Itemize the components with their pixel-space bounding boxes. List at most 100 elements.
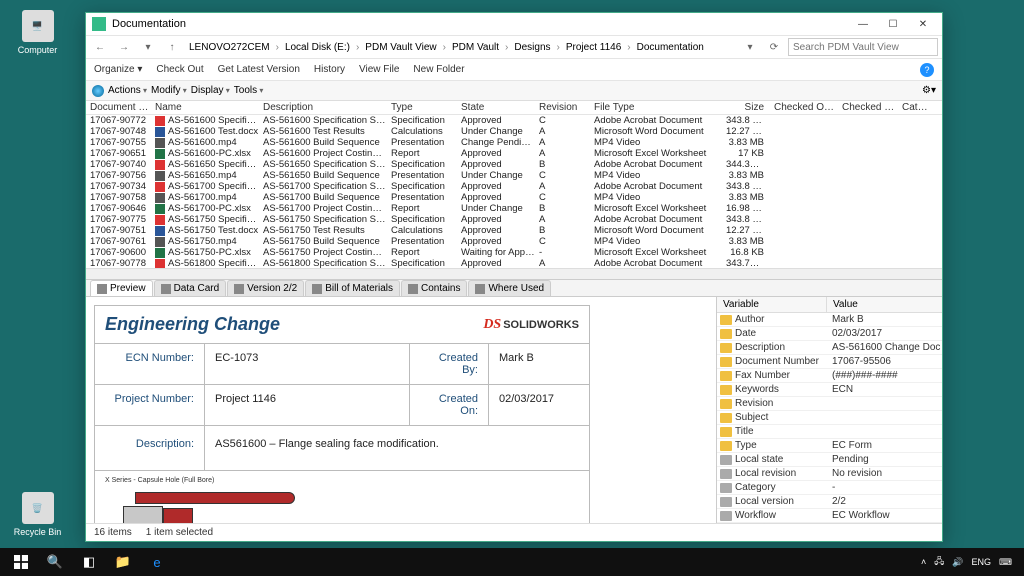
col-file-type[interactable]: File Type (590, 102, 722, 113)
table-row[interactable]: 17067-90740AS-561650 Specification.pdfAS… (86, 159, 942, 170)
table-row[interactable]: 17067-90772AS-561600 Specification.pdfAS… (86, 115, 942, 126)
col-description[interactable]: Description (259, 102, 387, 113)
breadcrumb-segment[interactable]: PDM Vault (449, 41, 502, 54)
table-row[interactable]: 17067-90651AS-561600-PC.xlsxAS-561600 Pr… (86, 148, 942, 159)
property-row[interactable]: Local version2/2 (717, 495, 942, 509)
start-button[interactable] (4, 548, 38, 576)
breadcrumb-segment[interactable]: PDM Vault View (362, 41, 439, 54)
refresh-button[interactable]: ⟳ (764, 37, 784, 57)
property-row[interactable]: Fax Number(###)###-#### (717, 369, 942, 383)
col-document-number[interactable]: Document Number (86, 102, 151, 113)
table-row[interactable]: 17067-90755AS-561600.mp4AS-561600 Build … (86, 137, 942, 148)
settings-icon[interactable]: ⚙▾ (922, 85, 936, 96)
property-row[interactable]: Local statePending (717, 453, 942, 467)
viewfile-button[interactable]: View File (359, 64, 399, 75)
tray-chevron-icon[interactable]: ˄ (921, 557, 926, 567)
table-row[interactable]: 17067-90646AS-561700-PC.xlsxAS-561700 Pr… (86, 203, 942, 214)
nav-dropdown-button[interactable]: ▾ (138, 37, 158, 57)
close-button[interactable]: ✕ (908, 14, 938, 34)
property-row[interactable]: Date02/03/2017 (717, 327, 942, 341)
getlatest-button[interactable]: Get Latest Version (218, 64, 300, 75)
tab-version[interactable]: Version 2/2 (227, 280, 304, 296)
property-row[interactable]: DescriptionAS-561600 Change Doc (717, 341, 942, 355)
nav-forward-button[interactable]: → (114, 37, 134, 57)
table-row[interactable]: 17067-90758AS-561700.mp4AS-561700 Build … (86, 192, 942, 203)
property-row[interactable]: AuthorMark B (717, 313, 942, 327)
desktop-recycle-icon[interactable]: 🗑️ Recycle Bin (10, 492, 65, 537)
minimize-button[interactable]: — (848, 14, 878, 34)
preview-pane[interactable]: Engineering Change DSSOLIDWORKS ECN Numb… (86, 297, 716, 523)
property-row[interactable]: KeywordsECN (717, 383, 942, 397)
system-tray[interactable]: ˄ 🖧 🔊 ENG ⌨ (921, 554, 1020, 570)
table-row[interactable]: 17067-90734AS-561700 Specification.pdfAS… (86, 181, 942, 192)
organize-menu[interactable]: Organize ▾ (94, 64, 142, 75)
table-row[interactable]: 17067-90600AS-561750-PC.xlsxAS-561750 Pr… (86, 247, 942, 258)
table-row[interactable]: 17067-90756AS-561650.mp4AS-561650 Build … (86, 170, 942, 181)
breadcrumb-segment[interactable]: Designs (511, 41, 553, 54)
breadcrumb-segment[interactable]: Local Disk (E:) (282, 41, 353, 54)
table-row[interactable]: 17067-90778AS-561800 Specification.pdfAS… (86, 258, 942, 268)
property-row[interactable]: Category- (717, 481, 942, 495)
table-row[interactable]: 17067-90775AS-561750 Specification.pdfAS… (86, 214, 942, 225)
tab-data-card[interactable]: Data Card (154, 280, 227, 296)
col-size[interactable]: Size (722, 102, 770, 113)
modify-menu[interactable]: Modify (151, 85, 187, 96)
breadcrumb[interactable]: LENOVO272CEM›Local Disk (E:)›PDM Vault V… (186, 41, 736, 54)
prop-header-value[interactable]: Value (827, 297, 942, 312)
search-input[interactable] (788, 38, 938, 56)
property-row[interactable]: Subject (717, 411, 942, 425)
col-category[interactable]: Category (898, 102, 933, 113)
col-state[interactable]: State (457, 102, 535, 113)
newfolder-button[interactable]: New Folder (413, 64, 464, 75)
table-row[interactable]: 17067-90751AS-561750 Test.docxAS-561750 … (86, 225, 942, 236)
col-revision[interactable]: Revision (535, 102, 590, 113)
breadcrumb-segment[interactable]: Project 1146 (563, 41, 624, 54)
help-icon[interactable]: ? (920, 63, 934, 77)
tray-keyboard-icon[interactable]: ⌨ (999, 557, 1012, 568)
tab-contains[interactable]: Contains (401, 280, 467, 296)
nav-back-button[interactable]: ← (90, 37, 110, 57)
breadcrumb-dropdown[interactable]: ▾ (740, 37, 760, 57)
prop-header-variable[interactable]: Variable (717, 297, 827, 312)
ie-taskbar-icon[interactable]: e (140, 548, 174, 576)
horizontal-scrollbar[interactable] (86, 268, 942, 279)
explorer-window: Documentation — ☐ ✕ ← → ▾ ↑ LENOVO272CEM… (85, 12, 943, 542)
breadcrumb-segment[interactable]: Documentation (634, 41, 707, 54)
maximize-button[interactable]: ☐ (878, 14, 908, 34)
col-name[interactable]: Name (151, 102, 259, 113)
property-row[interactable]: Revision (717, 397, 942, 411)
actions-menu[interactable]: Actions (108, 85, 147, 96)
property-icon (720, 441, 732, 451)
property-row[interactable]: Document Number17067-95506 (717, 355, 942, 369)
tab-bom[interactable]: Bill of Materials (305, 280, 400, 296)
history-button[interactable]: History (314, 64, 345, 75)
desktop-computer-icon[interactable]: 🖥️ Computer (10, 10, 65, 55)
tray-network-icon[interactable]: 🖧 (934, 554, 944, 570)
checkout-button[interactable]: Check Out (156, 64, 203, 75)
nav-up-button[interactable]: ↑ (162, 37, 182, 57)
search-taskbar-button[interactable]: 🔍 (38, 548, 72, 576)
table-row[interactable]: 17067-90761AS-561750.mp4AS-561750 Build … (86, 236, 942, 247)
tray-sound-icon[interactable]: 🔊 (952, 557, 963, 568)
property-row[interactable]: Local revisionNo revision (717, 467, 942, 481)
table-row[interactable]: 17067-90748AS-561600 Test.docxAS-561600 … (86, 126, 942, 137)
file-list-body[interactable]: 17067-90772AS-561600 Specification.pdfAS… (86, 115, 942, 268)
property-row[interactable]: Title (717, 425, 942, 439)
property-row[interactable]: TypeEC Form (717, 439, 942, 453)
display-menu[interactable]: Display (191, 85, 230, 96)
tab-preview[interactable]: Preview (90, 280, 153, 296)
tab-where-used[interactable]: Where Used (468, 280, 551, 296)
property-icon (720, 329, 732, 339)
breadcrumb-segment[interactable]: LENOVO272CEM (186, 41, 273, 54)
file-icon (155, 116, 165, 126)
col-checked-out-in[interactable]: Checked Out In (838, 102, 898, 113)
property-row[interactable]: WorkflowEC Workflow (717, 509, 942, 523)
window-title: Documentation (112, 18, 186, 30)
taskview-button[interactable]: ◧ (72, 548, 106, 576)
col-checked-out-by[interactable]: Checked Out By (770, 102, 838, 113)
project-number-label: Project Number: (95, 385, 205, 425)
file-explorer-taskbar-icon[interactable]: 📁 (106, 548, 140, 576)
tray-language[interactable]: ENG (971, 557, 991, 567)
tools-menu[interactable]: Tools (234, 85, 264, 96)
col-type[interactable]: Type (387, 102, 457, 113)
